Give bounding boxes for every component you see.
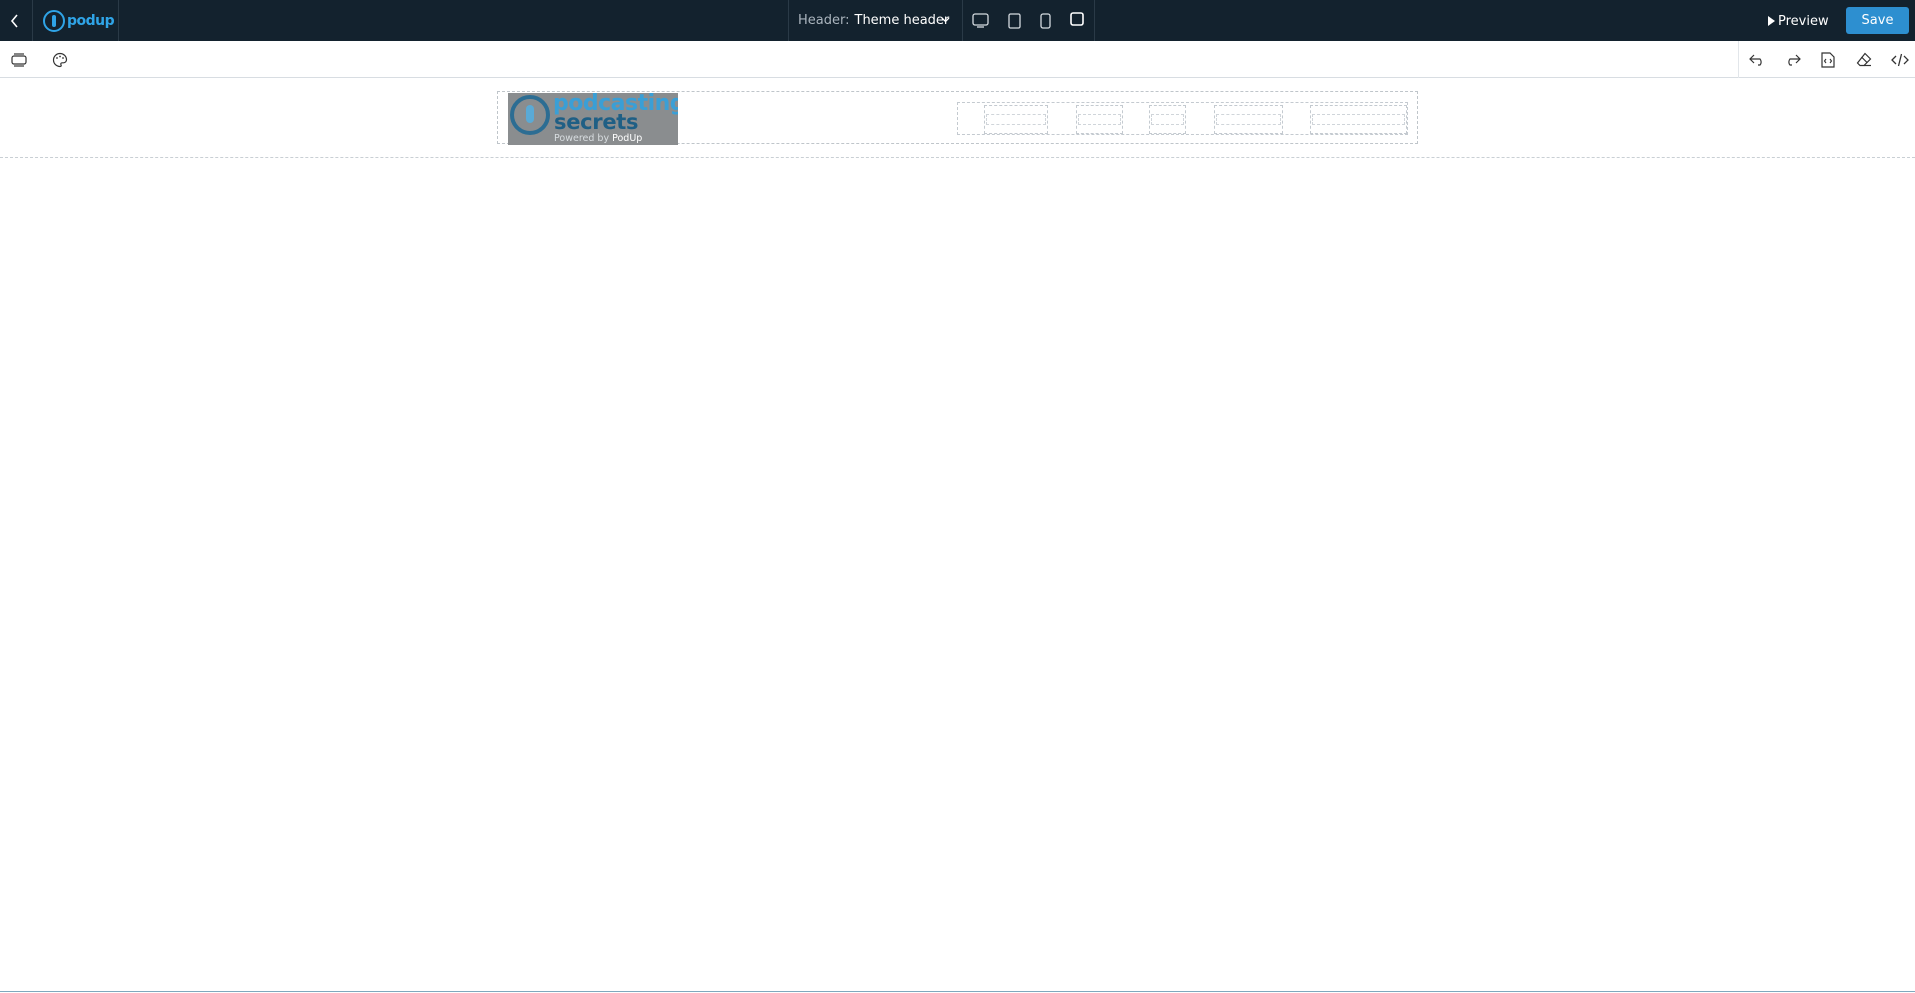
chevron-down-icon (941, 17, 950, 23)
layers-button[interactable] (8, 41, 30, 78)
editor-toolbar (0, 41, 1915, 78)
nav-item[interactable] (1149, 105, 1186, 134)
theme-colors-button[interactable] (49, 41, 71, 78)
redo-icon (1787, 54, 1801, 66)
header-select-value: Theme header (854, 13, 950, 28)
logo-text-secrets: secrets (554, 110, 639, 134)
eraser-icon (1856, 52, 1872, 67)
powered-by-prefix: Powered by (554, 133, 610, 144)
back-button[interactable] (0, 0, 30, 41)
play-icon (1768, 16, 1775, 26)
redo-button[interactable] (1781, 41, 1803, 78)
palette-icon (52, 52, 68, 67)
nav-item[interactable] (1214, 105, 1283, 134)
nav-item-link[interactable] (1078, 114, 1121, 125)
nav-item-link[interactable] (1312, 114, 1405, 125)
microphone-logo-icon (510, 95, 550, 135)
powered-by-brand: PodUp (612, 133, 643, 144)
nav-item[interactable] (1076, 105, 1123, 134)
view-code-file-button[interactable] (1817, 41, 1839, 78)
site-logo-image[interactable]: podcasting secrets Powered by PodUp (508, 93, 678, 145)
nav-item-link[interactable] (1151, 114, 1184, 125)
code-editor-button[interactable] (1889, 41, 1911, 78)
logo-powered-by: Powered by PodUp (554, 133, 642, 144)
save-button[interactable]: Save (1846, 7, 1909, 34)
header-select[interactable]: Header: Theme header (788, 0, 963, 41)
layers-icon (11, 52, 27, 67)
clear-canvas-button[interactable] (1853, 41, 1875, 78)
header-select-label: Header: (798, 13, 850, 28)
nav-item-link[interactable] (986, 114, 1046, 125)
app-name: podup (67, 12, 115, 29)
nav-item[interactable] (984, 105, 1048, 134)
code-icon (1891, 53, 1909, 66)
nav-menu[interactable] (957, 102, 1408, 135)
tablet-icon[interactable] (1008, 13, 1021, 29)
toolbar-divider (1738, 41, 1739, 78)
preview-label: Preview (1778, 13, 1829, 29)
header-section[interactable]: podcasting secrets Powered by PodUp (0, 78, 1915, 158)
nav-item-link[interactable] (1216, 114, 1281, 125)
device-switcher (963, 0, 1095, 41)
mobile-icon[interactable] (1040, 13, 1051, 29)
nav-item[interactable] (1310, 105, 1407, 134)
undo-button[interactable] (1746, 41, 1768, 78)
desktop-icon[interactable] (972, 13, 989, 28)
undo-icon (1748, 54, 1762, 66)
top-bar: podup Header: Theme header Preview Save (0, 0, 1915, 41)
header-container[interactable]: podcasting secrets Powered by PodUp (497, 91, 1418, 145)
chevron-left-icon (10, 13, 18, 28)
code-file-icon (1821, 51, 1835, 68)
fullscreen-icon[interactable] (1070, 12, 1084, 26)
editor-canvas[interactable]: podcasting secrets Powered by PodUp (0, 78, 1915, 992)
app-logo[interactable]: podup (32, 0, 119, 41)
preview-button[interactable]: Preview (1768, 10, 1829, 32)
podup-logo-icon (43, 9, 65, 32)
